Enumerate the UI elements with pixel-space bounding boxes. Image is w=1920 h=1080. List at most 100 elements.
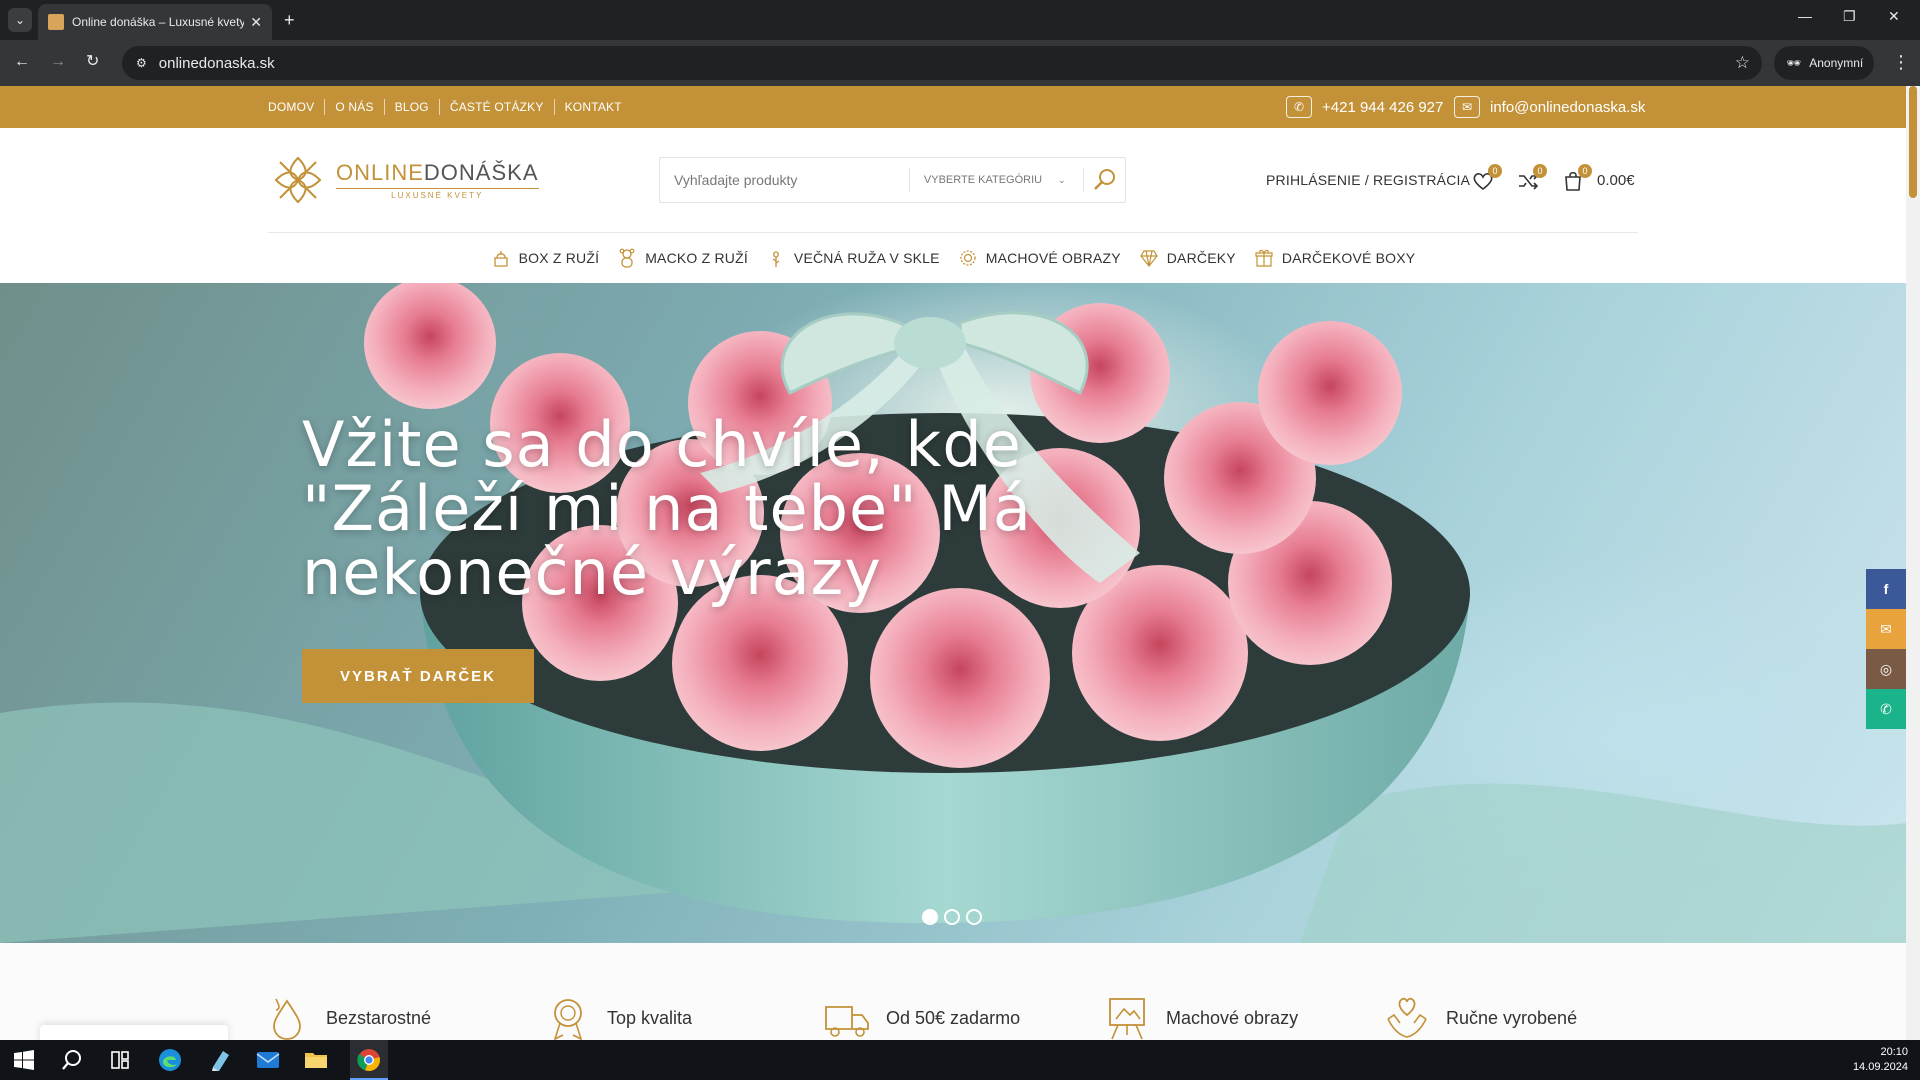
page-scrollbar[interactable] bbox=[1906, 86, 1920, 1040]
restore-button[interactable]: ❐ bbox=[1843, 8, 1856, 25]
nav-machove-obrazy[interactable]: MACHOVÉ OBRAZY bbox=[958, 248, 1121, 268]
site-header: ONLINEDONÁŠKA LUXUSNÉ KVETY VYBERTE KATE… bbox=[0, 128, 1906, 232]
slider-dot[interactable] bbox=[922, 909, 938, 925]
browser-tab-bar: ⌄ Online donáška – Luxusné kvety ✕ + — ❐… bbox=[0, 0, 1920, 40]
feature-item: Ručne vyrobené bbox=[1382, 993, 1577, 1040]
easel-painting-icon bbox=[1109, 998, 1145, 1040]
windows-taskbar: 20:10 14.09.2024 bbox=[0, 1040, 1920, 1080]
divider bbox=[553, 99, 555, 115]
email-address: info@onlinedonaska.sk bbox=[1490, 98, 1646, 116]
whatsapp-share-button[interactable]: ✆ bbox=[1866, 689, 1906, 729]
url-text: onlinedonaska.sk bbox=[158, 54, 275, 72]
search-button[interactable] bbox=[1083, 168, 1125, 192]
nav-darcekove-boxy[interactable]: DARČEKOVÉ BOXY bbox=[1254, 248, 1416, 268]
slider-dot[interactable] bbox=[944, 909, 960, 925]
topnav-home[interactable]: DOMOV bbox=[268, 100, 314, 114]
browser-menu-icon[interactable]: ⋮ bbox=[1892, 52, 1910, 73]
start-button[interactable] bbox=[10, 1046, 38, 1074]
chrome-app-button[interactable] bbox=[355, 1046, 383, 1074]
top-bar: DOMOV O NÁS BLOG ČASTÉ OTÁZKY KONTAKT ✆ … bbox=[0, 86, 1906, 128]
tab-search-button[interactable]: ⌄ bbox=[8, 8, 32, 32]
cart-total[interactable]: 0.00€ bbox=[1597, 172, 1635, 189]
file-explorer-button[interactable] bbox=[302, 1046, 330, 1074]
topnav-faq[interactable]: ČASTÉ OTÁZKY bbox=[450, 100, 544, 114]
phone-icon: ✆ bbox=[1286, 96, 1312, 118]
search-input[interactable] bbox=[660, 172, 909, 188]
notepad-app-button[interactable] bbox=[206, 1046, 234, 1074]
instagram-icon: ◎ bbox=[1879, 660, 1893, 677]
diamond-heart-icon bbox=[1140, 250, 1158, 267]
features-strip: Bezstarostné Top kvalita Od 50€ zadarmo … bbox=[0, 943, 1906, 1040]
rose-dome-icon bbox=[772, 251, 780, 267]
website-viewport: DOMOV O NÁS BLOG ČASTÉ OTÁZKY KONTAKT ✆ … bbox=[0, 86, 1906, 1040]
top-navigation: DOMOV O NÁS BLOG ČASTÉ OTÁZKY KONTAKT bbox=[268, 99, 622, 115]
site-info-icon[interactable]: ⚙ bbox=[136, 56, 147, 70]
facebook-share-button[interactable]: f bbox=[1866, 569, 1906, 609]
topnav-about[interactable]: O NÁS bbox=[335, 100, 373, 114]
feature-item: Bezstarostné bbox=[262, 993, 431, 1040]
nav-darceky[interactable]: DARČEKY bbox=[1139, 248, 1236, 268]
tab-close-icon[interactable]: ✕ bbox=[250, 14, 262, 31]
slider-dot[interactable] bbox=[966, 909, 982, 925]
folder-icon bbox=[305, 1053, 327, 1068]
browser-toolbar: ← → ↻ ⚙ onlinedonaska.sk ☆ 🕶 Anonymní ⋮ bbox=[0, 40, 1920, 86]
nav-box-z-ruzi[interactable]: BOX Z RUŽÍ bbox=[491, 248, 600, 268]
close-window-button[interactable]: ✕ bbox=[1888, 8, 1900, 25]
topnav-blog[interactable]: BLOG bbox=[395, 100, 429, 114]
cookie-consent-card[interactable] bbox=[40, 1025, 228, 1040]
hero-title: Vžite sa do chvíle, kde "Záleží mi na te… bbox=[302, 408, 1032, 609]
chevron-down-icon: ⌄ bbox=[1058, 174, 1066, 185]
task-view-button[interactable] bbox=[106, 1046, 134, 1074]
address-bar[interactable]: ⚙ onlinedonaska.sk ☆ bbox=[122, 46, 1762, 80]
site-favicon-icon bbox=[48, 14, 64, 30]
cart-button[interactable]: 0 bbox=[1562, 164, 1592, 192]
task-view-icon bbox=[111, 1051, 129, 1069]
back-button[interactable]: ← bbox=[14, 52, 30, 72]
edge-icon bbox=[159, 1049, 181, 1071]
feature-item: Machové obrazy bbox=[1102, 993, 1298, 1040]
category-select-label: VYBERTE KATEGÓRIU bbox=[923, 174, 1043, 186]
compare-button[interactable]: 0 bbox=[1517, 164, 1547, 192]
browser-tab[interactable]: Online donáška – Luxusné kvety ✕ bbox=[38, 4, 272, 40]
taskbar-clock[interactable]: 20:10 14.09.2024 bbox=[1853, 1045, 1908, 1075]
delivery-truck-icon bbox=[825, 1006, 869, 1037]
phone-number: +421 944 426 927 bbox=[1322, 98, 1444, 116]
topnav-contact[interactable]: KONTAKT bbox=[565, 100, 622, 114]
compare-count-badge: 0 bbox=[1533, 164, 1547, 178]
profile-label: Anonymní bbox=[1809, 56, 1864, 70]
email-share-button[interactable]: ✉ bbox=[1866, 609, 1906, 649]
nav-label: DARČEKOVÉ BOXY bbox=[1281, 250, 1416, 266]
moss-wreath-icon bbox=[960, 250, 976, 266]
nav-vecna-ruza-v-skle[interactable]: VEČNÁ RUŽA V SKLE bbox=[766, 248, 940, 268]
forward-button[interactable]: → bbox=[50, 52, 66, 72]
site-logo[interactable]: ONLINEDONÁŠKA LUXUSNÉ KVETY bbox=[268, 150, 539, 210]
minimize-button[interactable]: — bbox=[1798, 8, 1812, 24]
phone-link[interactable]: ✆ +421 944 426 927 bbox=[1286, 96, 1443, 118]
main-navigation: BOX Z RUŽÍ MACKO Z RUŽÍ VEČNÁ RUŽA V SKL… bbox=[0, 233, 1906, 283]
mail-app-button[interactable] bbox=[254, 1046, 282, 1074]
nav-label: BOX Z RUŽÍ bbox=[518, 250, 600, 266]
search-button[interactable] bbox=[58, 1046, 86, 1074]
nav-label: MACKO Z RUŽÍ bbox=[645, 250, 748, 266]
instagram-share-button[interactable]: ◎ bbox=[1866, 649, 1906, 689]
flower-logo-icon bbox=[274, 156, 322, 204]
edge-app-button[interactable] bbox=[156, 1046, 184, 1074]
incognito-icon: 🕶 bbox=[1786, 56, 1802, 70]
incognito-profile-button[interactable]: 🕶 Anonymní bbox=[1774, 46, 1874, 80]
scrollbar-thumb[interactable] bbox=[1909, 86, 1917, 198]
wishlist-button[interactable]: 0 bbox=[1472, 164, 1502, 192]
rose-box-icon bbox=[493, 251, 508, 267]
email-link[interactable]: ✉ info@onlinedonaska.sk bbox=[1454, 96, 1645, 118]
wishlist-count-badge: 0 bbox=[1488, 164, 1502, 178]
tab-title: Online donáška – Luxusné kvety bbox=[72, 15, 245, 29]
search-form: VYBERTE KATEGÓRIU ⌄ bbox=[659, 157, 1126, 203]
new-tab-button[interactable]: + bbox=[284, 10, 295, 30]
whatsapp-icon: ✆ bbox=[1880, 700, 1892, 717]
reload-button[interactable]: ↻ bbox=[86, 52, 99, 72]
nav-macko-z-ruzi[interactable]: MACKO Z RUŽÍ bbox=[617, 248, 748, 268]
category-select[interactable]: VYBERTE KATEGÓRIU ⌄ bbox=[908, 168, 1083, 192]
choose-gift-button[interactable]: VYBRAŤ DARČEK bbox=[302, 649, 534, 703]
hero-rose-box-image bbox=[0, 283, 1906, 943]
login-register-link[interactable]: PRIHLÁSENIE / REGISTRÁCIA bbox=[1266, 172, 1470, 188]
bookmark-star-icon[interactable]: ☆ bbox=[1735, 53, 1750, 73]
